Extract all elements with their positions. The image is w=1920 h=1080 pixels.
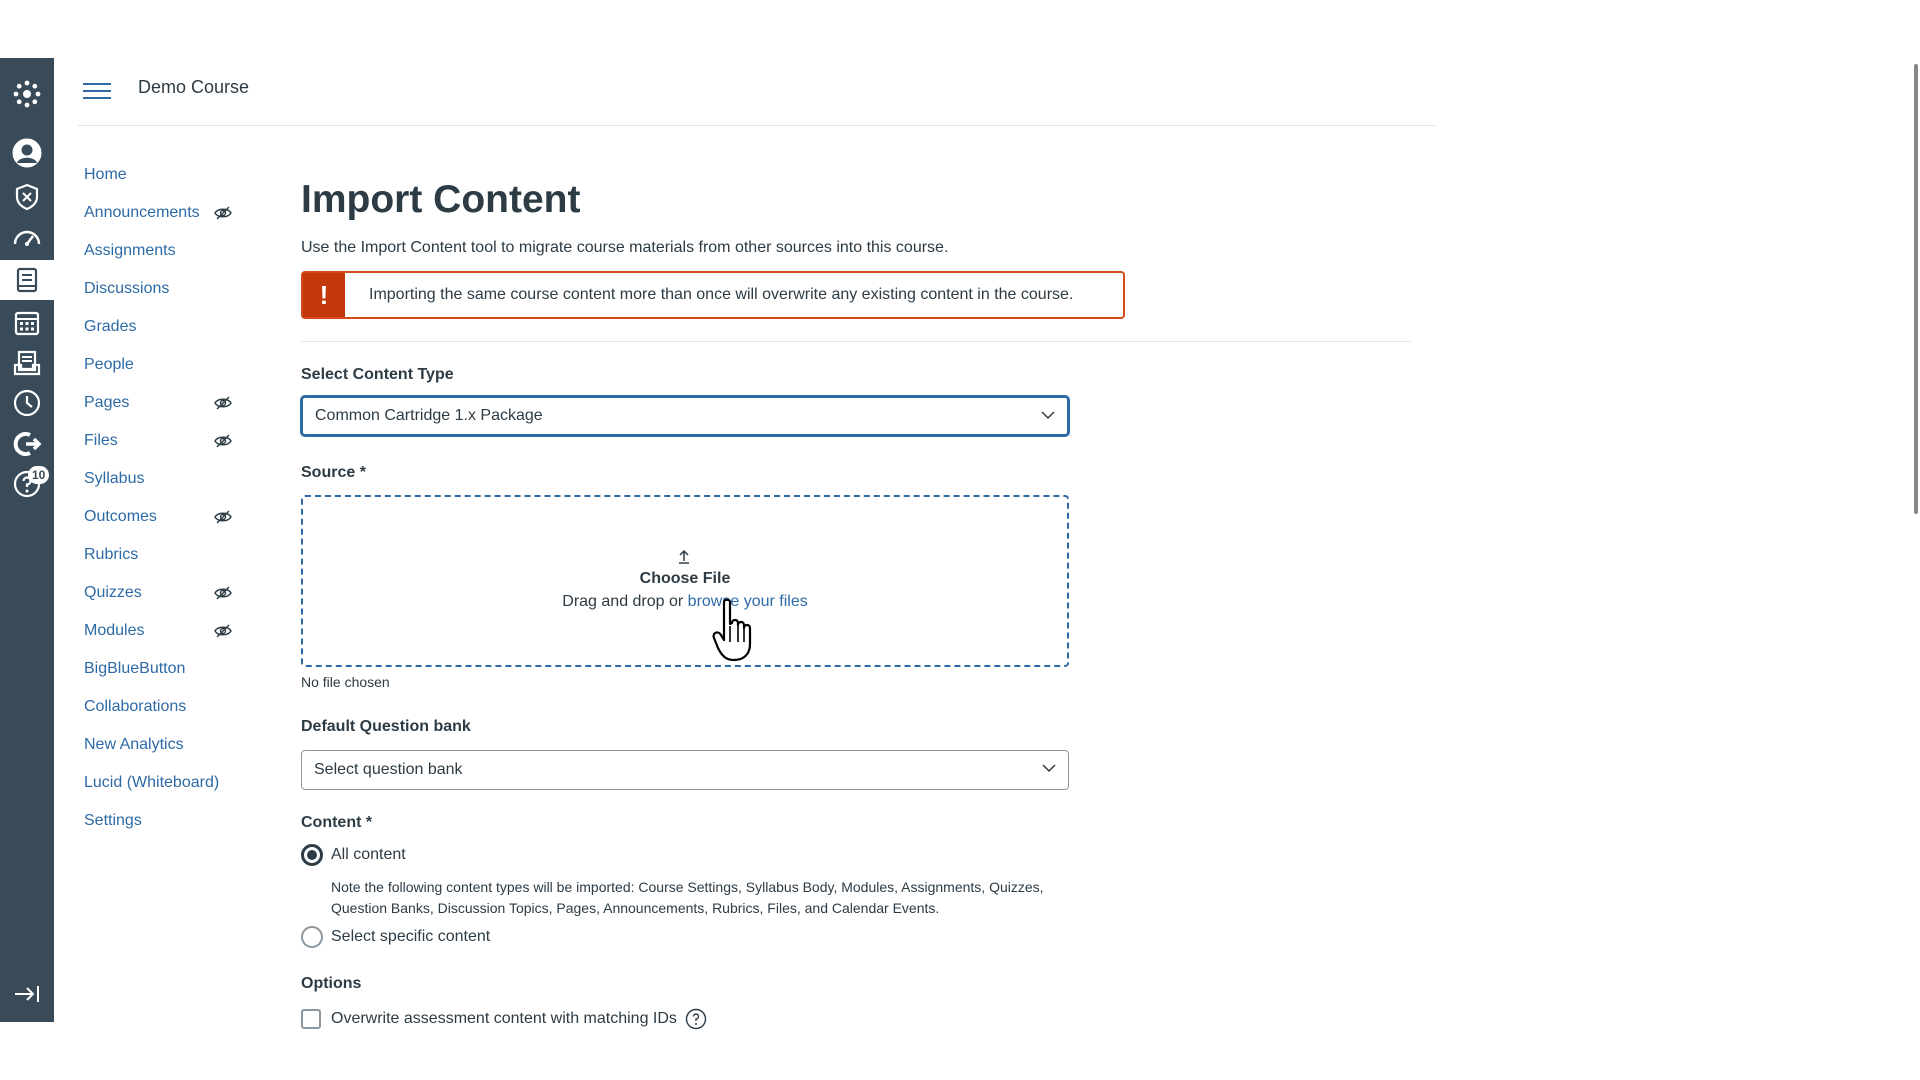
question-bank-label: Default Question bank (301, 718, 471, 735)
course-nav-label: Grades (84, 318, 137, 335)
options-label: Options (301, 975, 362, 992)
course-nav-label: Outcomes (84, 508, 157, 525)
course-nav-people[interactable]: People (84, 346, 254, 384)
course-nav-bigbluebutton[interactable]: BigBlueButton (84, 650, 254, 688)
course-nav-label: Announcements (84, 204, 200, 221)
course-nav-label: Quizzes (84, 584, 142, 601)
admin-shield-icon[interactable] (0, 177, 54, 217)
question-help-icon[interactable] (685, 1008, 707, 1030)
course-nav-label: Modules (84, 622, 145, 639)
course-nav-quizzes[interactable]: Quizzes (84, 574, 254, 612)
all-content-radio[interactable]: All content (301, 844, 406, 866)
courses-icon[interactable] (0, 260, 54, 300)
course-nav-label: Discussions (84, 280, 170, 297)
course-header: Demo Course (78, 58, 1436, 126)
chevron-down-icon (1041, 411, 1055, 420)
hidden-eye-icon (214, 624, 232, 638)
hidden-eye-icon (214, 396, 232, 410)
chevron-down-icon (1042, 764, 1056, 773)
hamburger-menu-button[interactable] (83, 78, 111, 104)
drag-drop-label: Drag and drop or (562, 593, 688, 610)
alert-message: Importing the same course content more t… (369, 286, 1074, 303)
page-title: Import Content (301, 178, 581, 221)
drag-drop-text: Drag and drop or browse your files (303, 593, 1067, 611)
course-nav-label: Files (84, 432, 118, 449)
specific-content-radio[interactable]: Select specific content (301, 926, 490, 948)
hidden-eye-icon (214, 510, 232, 524)
course-nav-grades[interactable]: Grades (84, 308, 254, 346)
overwrite-warning-alert: ! Importing the same course content more… (301, 271, 1125, 319)
content-type-label: Select Content Type (301, 366, 454, 383)
course-nav-home[interactable]: Home (84, 156, 254, 194)
divider (301, 341, 1411, 342)
help-icon[interactable]: 10 (0, 464, 54, 504)
content-label: Content * (301, 814, 373, 831)
course-nav-label: Syllabus (84, 470, 145, 487)
file-dropzone[interactable]: Choose File Drag and drop or browse your… (301, 495, 1069, 667)
overwrite-checkbox[interactable] (301, 1009, 321, 1029)
commons-icon[interactable] (0, 424, 54, 464)
course-nav-discussions[interactable]: Discussions (84, 270, 254, 308)
course-nav-label: Collaborations (84, 698, 187, 715)
course-navigation: Home Announcements Assignments Discussio… (84, 156, 254, 840)
content-types-note: Note the following content types will be… (331, 879, 1044, 916)
course-nav-label: People (84, 356, 134, 373)
specific-content-label: Select specific content (331, 928, 491, 945)
import-content-main: Import Content Use the Import Content to… (301, 170, 1411, 1030)
intro-text: Use the Import Content tool to migrate c… (301, 239, 949, 256)
question-bank-value: Select question bank (314, 761, 463, 778)
course-nav-label: Rubrics (84, 546, 139, 563)
canvas-logo-icon[interactable] (0, 74, 54, 114)
warning-icon: ! (303, 273, 345, 317)
inbox-icon[interactable] (0, 343, 54, 383)
all-content-label: All content (331, 846, 406, 863)
course-nav-collaborations[interactable]: Collaborations (84, 688, 254, 726)
course-nav-settings[interactable]: Settings (84, 802, 254, 840)
dashboard-icon[interactable] (0, 219, 54, 259)
course-nav-label: Lucid (Whiteboard) (84, 774, 220, 791)
hidden-eye-icon (214, 586, 232, 600)
course-nav-syllabus[interactable]: Syllabus (84, 460, 254, 498)
overwrite-assessment-option[interactable]: Overwrite assessment content with matchi… (301, 1008, 707, 1030)
course-nav-label: Settings (84, 812, 142, 829)
history-icon[interactable] (0, 383, 54, 423)
source-label: Source * (301, 464, 366, 481)
hand-pointer-cursor-icon (712, 598, 752, 662)
course-nav-files[interactable]: Files (84, 422, 254, 460)
question-bank-select[interactable]: Select question bank (301, 750, 1069, 790)
course-nav-lucid-whiteboard[interactable]: Lucid (Whiteboard) (84, 764, 254, 802)
content-type-select[interactable]: Common Cartridge 1.x Package (301, 396, 1069, 436)
page-scrollbar[interactable] (1914, 64, 1918, 514)
course-nav-announcements[interactable]: Announcements (84, 194, 254, 232)
course-nav-rubrics[interactable]: Rubrics (84, 536, 254, 574)
hidden-eye-icon (214, 434, 232, 448)
course-nav-pages[interactable]: Pages (84, 384, 254, 422)
course-nav-modules[interactable]: Modules (84, 612, 254, 650)
overwrite-label: Overwrite assessment content with matchi… (331, 1010, 677, 1027)
upload-icon (679, 549, 689, 564)
content-type-value: Common Cartridge 1.x Package (315, 407, 543, 424)
course-nav-assignments[interactable]: Assignments (84, 232, 254, 270)
course-nav-label: Pages (84, 394, 130, 411)
radio-unchecked-icon[interactable] (301, 926, 323, 948)
course-title-breadcrumb[interactable]: Demo Course (138, 77, 249, 98)
global-navigation: 10 (0, 58, 54, 1022)
help-notification-badge: 10 (28, 466, 50, 484)
calendar-icon[interactable] (0, 303, 54, 343)
course-nav-new-analytics[interactable]: New Analytics (84, 726, 254, 764)
hidden-eye-icon (214, 206, 232, 220)
account-icon[interactable] (0, 133, 54, 173)
course-nav-label: Home (84, 166, 127, 183)
choose-file-text: Choose File (639, 570, 731, 587)
course-nav-outcomes[interactable]: Outcomes (84, 498, 254, 536)
course-nav-label: Assignments (84, 242, 176, 259)
course-nav-label: BigBlueButton (84, 660, 186, 677)
radio-checked-icon[interactable] (301, 844, 323, 866)
no-file-chosen-text: No file chosen (301, 674, 390, 690)
collapse-nav-icon[interactable] (0, 974, 54, 1014)
course-nav-label: New Analytics (84, 736, 184, 753)
